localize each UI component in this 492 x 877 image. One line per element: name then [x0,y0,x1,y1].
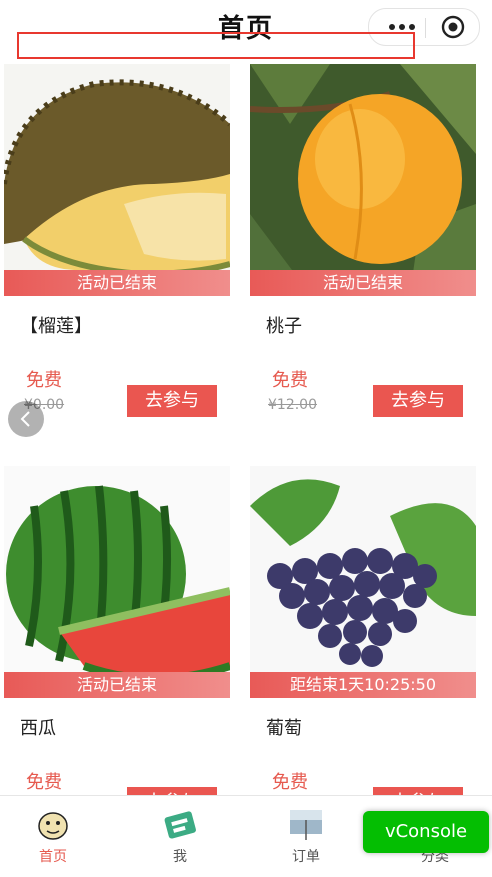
countdown-banner: 距结束1天10:25:50 [250,672,476,698]
product-image-durian[interactable] [4,64,230,294]
tab-label: 订单 [292,849,320,865]
product-image-peach[interactable] [250,64,476,294]
price-label: 免费 [26,772,62,793]
price-label: 免费 [26,370,62,391]
tab-me[interactable]: 我 [150,806,210,866]
product-name: 葡萄 [266,718,302,739]
close-target-icon[interactable] [441,15,465,39]
product-name: 桃子 [266,316,302,337]
capsule-divider [425,18,426,38]
tab-label: 我 [173,849,187,865]
price-label: 免费 [272,772,308,793]
status-banner: 活动已结束 [250,270,476,296]
highlight-box [17,32,415,59]
status-banner: 活动已结束 [4,672,230,698]
vconsole-button[interactable]: vConsole [363,811,489,853]
price-label: 免费 [272,370,308,391]
chevron-left-icon [20,411,30,427]
original-price: ¥12.00 [268,397,317,413]
tab-home[interactable]: 首页 [23,806,83,866]
home-cartoon-icon [35,806,71,842]
product-image-grapes[interactable] [250,466,476,696]
join-button[interactable]: 去参与 [127,385,217,417]
orders-icon [288,806,324,842]
status-banner: 活动已结束 [4,270,230,296]
product-name: 【榴莲】 [20,316,92,337]
product-image-watermelon[interactable] [4,466,230,696]
tab-label: 首页 [39,849,67,865]
product-name: 西瓜 [20,718,56,739]
join-button[interactable]: 去参与 [373,385,463,417]
tab-orders[interactable]: 订单 [276,806,336,866]
profile-icon [162,806,198,842]
back-button[interactable] [8,401,44,437]
